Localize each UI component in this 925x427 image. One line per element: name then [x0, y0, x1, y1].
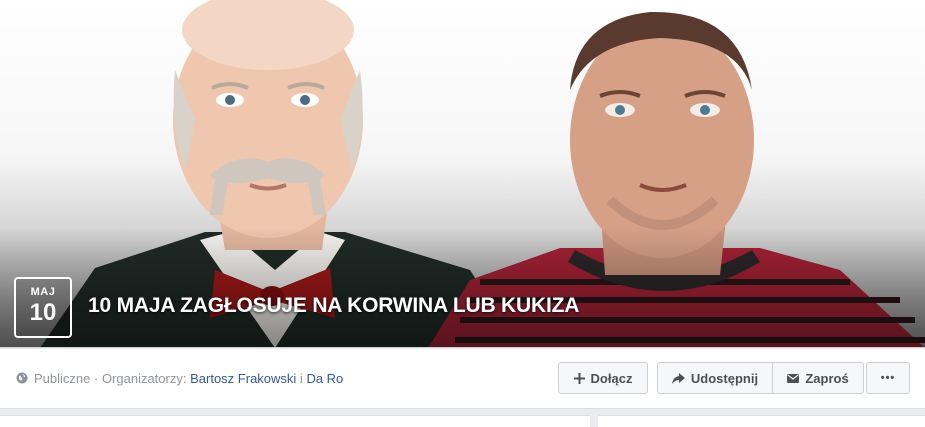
invite-button[interactable]: Zaproś [772, 362, 864, 394]
more-options-button[interactable]: ••• [866, 362, 910, 394]
cover-shade [0, 227, 925, 347]
date-badge: MAJ 10 [14, 277, 72, 338]
organizer-separator: i [296, 371, 307, 386]
left-content-panel [0, 415, 590, 427]
date-day: 10 [29, 299, 57, 326]
join-button[interactable]: Dołącz [558, 362, 648, 394]
right-content-panel [598, 415, 925, 427]
event-meta: Publiczne · Organizatorzy: Bartosz Frako… [16, 371, 343, 386]
organizer-link-2[interactable]: Da Ro [306, 371, 343, 386]
meta-separator: · [90, 371, 102, 386]
cover-photo[interactable]: MAJ 10 10 MAJA ZAGŁOSUJE NA KORWINA LUB … [0, 0, 925, 348]
envelope-icon [787, 373, 800, 383]
invite-label: Zaproś [805, 370, 849, 386]
privacy-label: Publiczne [34, 371, 91, 386]
organizers-label: Organizatorzy: [101, 371, 187, 386]
event-title: 10 MAJA ZAGŁOSUJE NA KORWINA LUB KUKIZA [88, 294, 580, 317]
share-label: Udostępnij [690, 370, 759, 386]
organizer-link-1[interactable]: Bartosz Frakowski [190, 371, 296, 386]
plus-icon [573, 372, 585, 384]
globe-icon [16, 372, 28, 384]
join-label: Dołącz [590, 370, 633, 386]
event-info-bar: Publiczne · Organizatorzy: Bartosz Frako… [0, 349, 925, 409]
event-card: MAJ 10 10 MAJA ZAGŁOSUJE NA KORWINA LUB … [0, 0, 925, 427]
ellipsis-icon: ••• [880, 372, 896, 384]
share-button[interactable]: Udostępnij [657, 362, 772, 394]
share-arrow-icon [671, 372, 685, 384]
date-month: MAJ [30, 286, 56, 298]
